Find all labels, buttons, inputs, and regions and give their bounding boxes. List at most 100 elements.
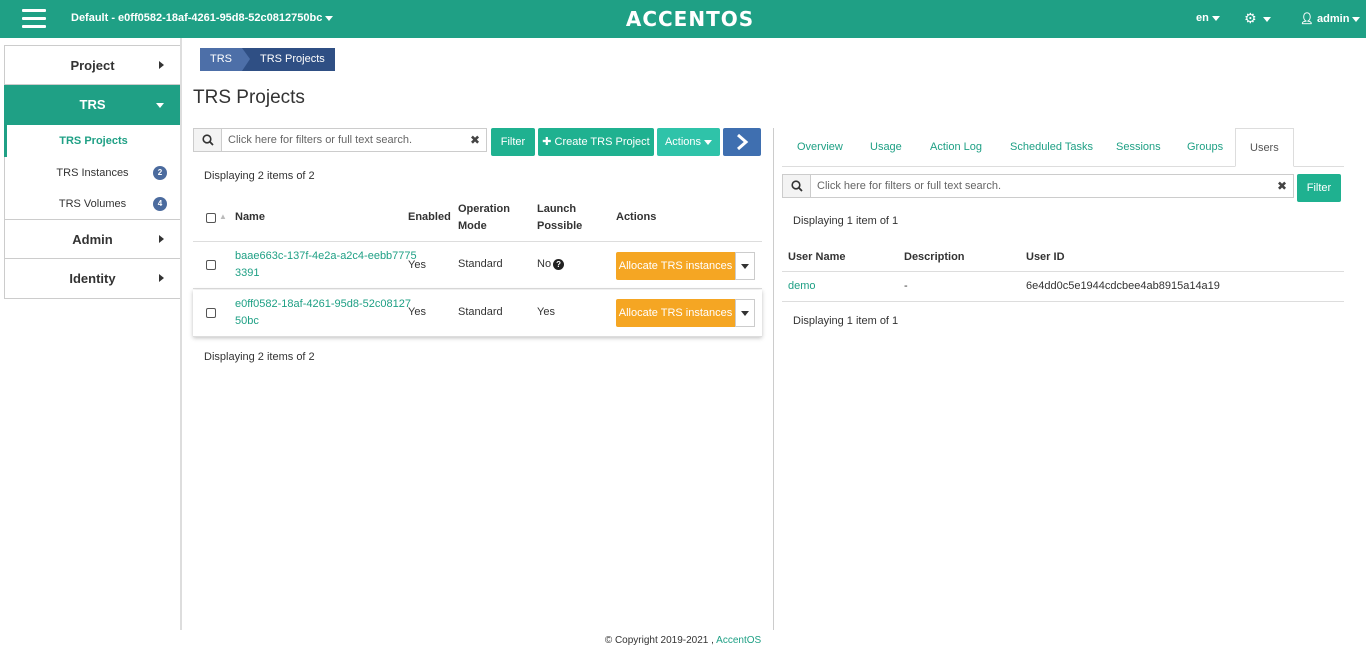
sidebar-divider	[180, 38, 182, 630]
column-header-launch-possible[interactable]: Launch Possible	[537, 201, 582, 235]
close-icon[interactable]: ✖	[470, 133, 480, 147]
search-placeholder: Click here for filters or full text sear…	[228, 134, 413, 146]
column-header-description[interactable]: Description	[904, 249, 965, 266]
tab-groups[interactable]: Groups	[1187, 141, 1223, 153]
users-search-input[interactable]: Click here for filters or full text sear…	[782, 174, 1294, 198]
column-header-label: Mode	[458, 220, 487, 232]
column-header-user-id[interactable]: User ID	[1026, 249, 1065, 266]
sidebar-subitem-trs-volumes[interactable]: TRS Volumes 4	[4, 188, 181, 219]
chevron-right-icon	[737, 133, 749, 151]
plus-icon: ✚	[542, 136, 552, 148]
tab-overview[interactable]: Overview	[797, 141, 843, 153]
user-id-value: 6e4dd0c5e1944cdcbee4ab8915a14a19	[1026, 280, 1220, 292]
chevron-down-icon	[1262, 16, 1271, 22]
table-row[interactable]: baae663c-137f-4e2a-a2c4-eebb7775 3391 Yes…	[193, 242, 762, 289]
language-selector[interactable]: en	[1196, 12, 1220, 24]
question-circle-icon[interactable]: ?	[553, 258, 565, 270]
sidebar-subitem-trs-projects[interactable]: TRS Projects	[4, 125, 181, 157]
tab-action-log[interactable]: Action Log	[930, 141, 982, 153]
row-checkbox[interactable]	[206, 260, 216, 270]
chevron-down-icon	[704, 139, 713, 145]
project-name-link[interactable]: e0ff0582-18af-4261-95d8-52c08127 50bc	[235, 296, 411, 330]
users-displaying-count-bottom: Displaying 1 item of 1	[793, 315, 899, 327]
projects-table-header: ▲ Name Enabled Operation Mode Launch Possi…	[193, 196, 762, 242]
expand-panel-button[interactable]	[723, 128, 761, 156]
allocate-trs-instances-button[interactable]: Allocate TRS instances	[616, 252, 735, 280]
chevron-down-icon	[156, 103, 164, 108]
table-row[interactable]: demo - 6e4dd0c5e1944cdcbee4ab8915a14a19	[782, 272, 1344, 302]
project-selector-label: Default - e0ff0582-18af-4261-95d8-52c081…	[71, 12, 323, 24]
user-menu-label: admin	[1317, 13, 1350, 25]
tab-sessions[interactable]: Sessions	[1116, 141, 1161, 153]
column-header-actions: Actions	[616, 211, 657, 223]
sidebar-item-label: TRS	[79, 97, 106, 112]
operation-mode-value: Standard	[458, 306, 503, 318]
count-badge: 2	[153, 166, 167, 180]
column-header-operation-mode[interactable]: Operation Mode	[458, 201, 510, 235]
create-trs-project-button[interactable]: ✚ Create TRS Project	[538, 128, 654, 156]
users-filter-button[interactable]: Filter	[1297, 174, 1341, 202]
displaying-count-bottom: Displaying 2 items of 2	[204, 351, 315, 363]
project-name-line: 3391	[235, 267, 260, 279]
sidebar-subitem-label: TRS Volumes	[58, 197, 127, 210]
page-title: TRS Projects	[193, 87, 305, 108]
row-checkbox[interactable]	[206, 308, 216, 318]
accentos-link[interactable]: AccentOS	[716, 635, 761, 646]
sidebar-item-label: Admin	[72, 231, 113, 247]
project-name-line: 50bc	[235, 315, 259, 327]
menu-toggle-icon[interactable]	[22, 9, 46, 29]
launch-possible-text: No	[537, 258, 552, 270]
sidebar-item-project[interactable]: Project	[4, 45, 181, 85]
sidebar-item-identity[interactable]: Identity	[4, 259, 181, 299]
sidebar-item-trs[interactable]: TRS	[4, 85, 181, 125]
tab-users[interactable]: Users	[1235, 128, 1294, 167]
allocate-trs-instances-button[interactable]: Allocate TRS instances	[616, 299, 735, 327]
top-navbar: Default - e0ff0582-18af-4261-95d8-52c081…	[0, 0, 1366, 38]
select-all-checkbox[interactable]	[206, 213, 216, 223]
chevron-down-icon	[741, 264, 749, 269]
language-label: en	[1196, 12, 1209, 24]
user-menu[interactable]: 👤︎ admin	[1300, 12, 1361, 25]
gear-icon: ⚙	[1244, 10, 1257, 26]
column-header-name[interactable]: Name	[235, 209, 265, 226]
sort-icon[interactable]: ▲	[219, 212, 227, 221]
breadcrumb-item-trs-projects: TRS Projects	[242, 48, 335, 71]
sidebar-subitem-trs-instances[interactable]: TRS Instances 2	[4, 157, 181, 188]
chevron-down-icon	[741, 311, 749, 316]
actions-dropdown-button[interactable]: Actions	[657, 128, 720, 156]
settings-menu[interactable]: ⚙	[1244, 10, 1271, 27]
user-name-link[interactable]: demo	[788, 278, 816, 295]
sidebar-subitem-label: TRS Instances	[56, 166, 129, 179]
breadcrumb-item-trs[interactable]: TRS	[200, 48, 250, 71]
project-selector[interactable]: Default - e0ff0582-18af-4261-95d8-52c081…	[71, 12, 334, 24]
filter-button[interactable]: Filter	[491, 128, 535, 156]
user-description-value: -	[904, 280, 908, 292]
chevron-right-icon	[159, 274, 164, 282]
table-row[interactable]: e0ff0582-18af-4261-95d8-52c08127 50bc Yes…	[193, 290, 762, 337]
column-header-label: Possible	[537, 220, 583, 232]
displaying-count-top: Displaying 2 items of 2	[204, 170, 315, 182]
allocate-trs-instances-split-button: Allocate TRS instances	[616, 299, 756, 327]
project-name-line: baae663c-137f-4e2a-a2c4-eebb7775	[235, 250, 417, 262]
column-header-enabled[interactable]: Enabled	[408, 209, 451, 226]
column-header-user-name[interactable]: User Name	[788, 249, 845, 266]
users-displaying-count-top: Displaying 1 item of 1	[793, 215, 899, 227]
count-badge: 4	[153, 197, 167, 211]
search-input[interactable]: Click here for filters or full text sear…	[193, 128, 487, 152]
row-actions-dropdown[interactable]	[735, 299, 755, 327]
chevron-down-icon	[325, 15, 334, 21]
brand-logo[interactable]: ACCENTOS	[600, 7, 780, 31]
row-actions-dropdown[interactable]	[735, 252, 755, 280]
sidebar-item-admin[interactable]: Admin	[4, 219, 181, 259]
create-trs-project-label: Create TRS Project	[554, 136, 650, 148]
tab-scheduled-tasks[interactable]: Scheduled Tasks	[1010, 141, 1093, 153]
project-name-link[interactable]: baae663c-137f-4e2a-a2c4-eebb7775 3391	[235, 248, 417, 282]
operation-mode-value: Standard	[458, 258, 503, 270]
tab-usage[interactable]: Usage	[870, 141, 902, 153]
search-icon	[783, 175, 811, 197]
detail-tabs: Overview Usage Action Log Scheduled Task…	[782, 128, 1344, 167]
chevron-down-icon	[1211, 15, 1220, 21]
search-placeholder: Click here for filters or full text sear…	[817, 180, 1002, 192]
close-icon[interactable]: ✖	[1277, 179, 1287, 193]
breadcrumb: TRS TRS Projects	[200, 48, 335, 71]
